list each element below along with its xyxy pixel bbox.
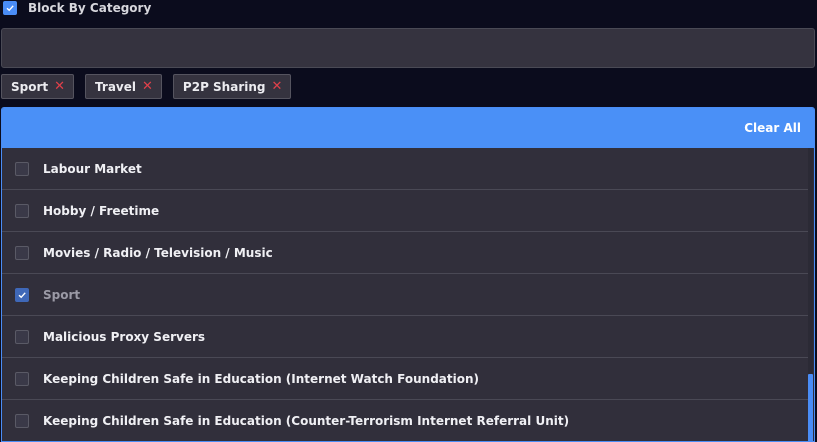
tag-sport: Sport ✕	[1, 74, 75, 99]
tag-label: Sport	[11, 79, 49, 94]
item-checkbox[interactable]	[15, 413, 29, 428]
item-checkbox[interactable]	[15, 161, 29, 176]
item-label: Movies / Radio / Television / Music	[43, 245, 273, 260]
list-item[interactable]: Sport	[2, 274, 810, 316]
list-item[interactable]: Movies / Radio / Television / Music	[2, 232, 810, 274]
block-by-category-row[interactable]: Block By Category	[3, 0, 151, 16]
list-item[interactable]: Labour Market	[2, 148, 810, 190]
category-dropdown: Clear All Labour Market Hobby / Freetime…	[1, 107, 815, 442]
category-list: Labour Market Hobby / Freetime Movies / …	[2, 148, 810, 441]
item-checkbox[interactable]	[15, 287, 29, 302]
scrollbar-track[interactable]	[808, 148, 813, 441]
item-label: Sport	[43, 287, 81, 302]
selected-tags: Sport ✕ Travel ✕ P2P Sharing ✕	[1, 74, 302, 99]
item-checkbox[interactable]	[15, 329, 29, 344]
item-label: Malicious Proxy Servers	[43, 329, 206, 344]
category-search-input[interactable]	[1, 28, 815, 68]
list-item[interactable]: Keeping Children Safe in Education (Inte…	[2, 358, 810, 400]
item-checkbox[interactable]	[15, 371, 29, 386]
tag-label: Travel	[95, 79, 137, 94]
close-icon[interactable]: ✕	[142, 80, 153, 93]
tag-p2p-sharing: P2P Sharing ✕	[172, 74, 292, 99]
tag-label: P2P Sharing	[182, 79, 266, 94]
item-label: Keeping Children Safe in Education (Coun…	[43, 413, 570, 428]
tag-travel: Travel ✕	[85, 74, 162, 99]
block-by-category-checkbox[interactable]	[3, 1, 17, 15]
clear-all-button[interactable]: Clear All	[744, 121, 801, 135]
item-label: Keeping Children Safe in Education (Inte…	[43, 371, 479, 386]
dropdown-header: Clear All	[2, 108, 814, 148]
scrollbar-thumb[interactable]	[808, 374, 813, 441]
list-item[interactable]: Hobby / Freetime	[2, 190, 810, 232]
item-checkbox[interactable]	[15, 245, 29, 260]
list-item[interactable]: Malicious Proxy Servers	[2, 316, 810, 358]
category-filter-page: Block By Category Sport ✕ Travel ✕ P2P S…	[0, 0, 817, 442]
check-icon	[6, 5, 14, 12]
item-checkbox[interactable]	[15, 203, 29, 218]
item-label: Labour Market	[43, 161, 142, 176]
check-icon	[18, 291, 26, 298]
block-by-category-label: Block By Category	[28, 1, 152, 15]
item-label: Hobby / Freetime	[43, 203, 160, 218]
list-item[interactable]: Keeping Children Safe in Education (Coun…	[2, 400, 810, 441]
close-icon[interactable]: ✕	[272, 80, 283, 93]
close-icon[interactable]: ✕	[54, 80, 65, 93]
